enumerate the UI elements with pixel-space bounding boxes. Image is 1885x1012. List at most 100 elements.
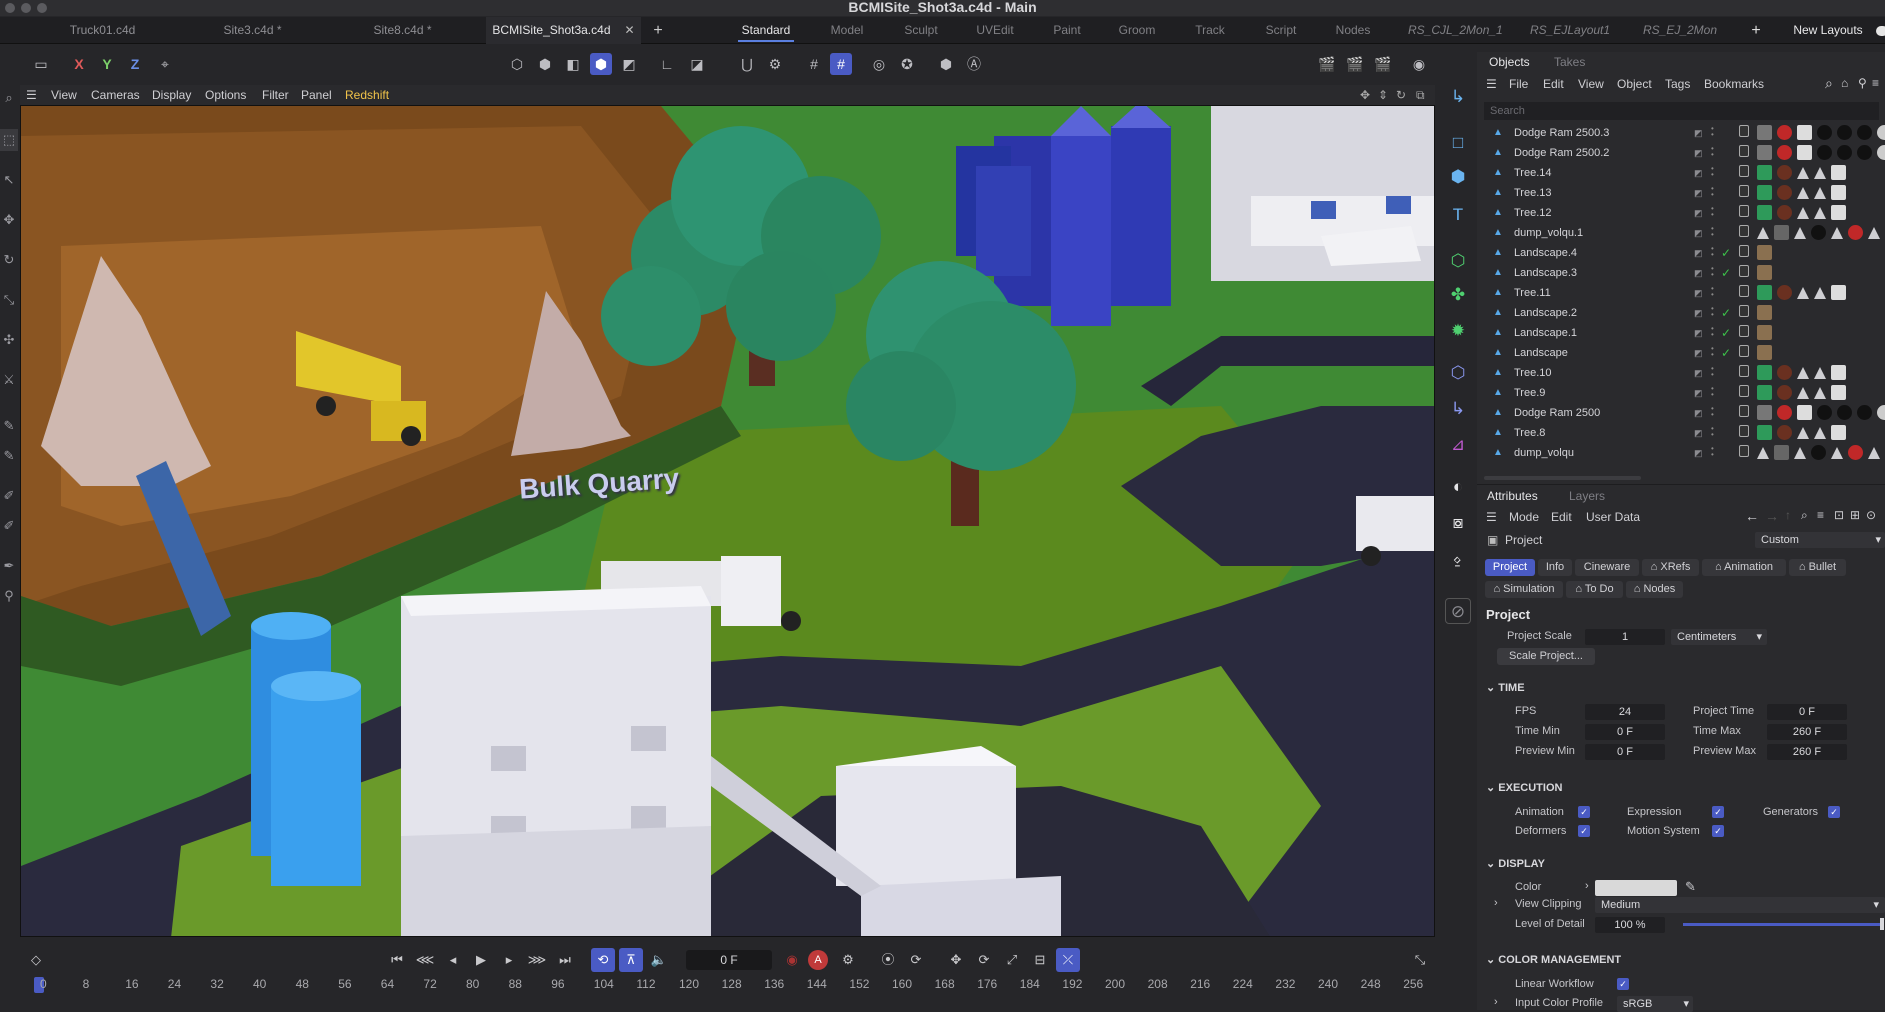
- close-tab-icon[interactable]: ✕: [625, 23, 635, 37]
- objects-menu-bookmarks[interactable]: Bookmarks: [1704, 77, 1764, 91]
- project-time-field[interactable]: 0 F: [1767, 704, 1847, 720]
- subtab-project[interactable]: Project: [1485, 559, 1535, 576]
- viewport-rotate-icon[interactable]: ↻: [1396, 85, 1406, 105]
- field-icon[interactable]: ⊿: [1445, 432, 1471, 458]
- generators-checkbox[interactable]: ✓: [1828, 806, 1840, 818]
- y-axis-toggle[interactable]: Y: [96, 53, 118, 75]
- key-position-icon[interactable]: ⦿: [876, 948, 900, 972]
- doc-tab-bcmisite-shot3a[interactable]: BCMISite_Shot3a.c4d ✕: [486, 17, 641, 44]
- object-tags[interactable]: [1739, 145, 1885, 161]
- layout-track[interactable]: Track: [1185, 17, 1235, 44]
- layer-visibility-icon[interactable]: ◩: [1694, 428, 1704, 438]
- viewport-menu-panel[interactable]: Panel: [301, 85, 332, 105]
- subtab-simulation[interactable]: ⌂ Simulation: [1485, 581, 1563, 598]
- knife-tool-icon[interactable]: ⚔: [0, 369, 18, 391]
- layer-visibility-icon[interactable]: ◩: [1694, 208, 1704, 218]
- minimize-window-button[interactable]: [21, 3, 31, 13]
- subtab-bullet[interactable]: ⌂ Bullet: [1789, 559, 1846, 576]
- input-profile-expand-icon[interactable]: ›: [1494, 996, 1498, 1008]
- coordinate-system-icon[interactable]: ⌖: [154, 53, 176, 75]
- objects-search-input[interactable]: Search: [1484, 102, 1879, 120]
- object-row[interactable]: ▲ Dodge Ram 2500 ◩ • •: [1477, 403, 1885, 423]
- object-tags[interactable]: [1739, 225, 1885, 241]
- level-of-detail-slider-handle[interactable]: [1880, 918, 1884, 930]
- attributes-menu-user-data[interactable]: User Data: [1586, 510, 1640, 524]
- lock-icon[interactable]: ⊡: [1834, 508, 1844, 522]
- layer-visibility-icon[interactable]: ◩: [1694, 368, 1704, 378]
- layout-script[interactable]: Script: [1256, 17, 1306, 44]
- execution-section-header[interactable]: ⌄ EXECUTION: [1486, 781, 1562, 794]
- layer-visibility-icon[interactable]: ◩: [1694, 168, 1704, 178]
- current-frame-field[interactable]: 0 F: [686, 950, 772, 970]
- project-scale-field[interactable]: 1: [1585, 629, 1665, 645]
- deformers-checkbox[interactable]: ✓: [1578, 825, 1590, 837]
- viewport-menu-cameras[interactable]: Cameras: [91, 85, 140, 105]
- object-tags[interactable]: [1739, 325, 1777, 341]
- object-row[interactable]: ▲ Tree.11 ◩ • •: [1477, 283, 1885, 303]
- enabled-check-icon[interactable]: ✓: [1721, 343, 1731, 363]
- cube-icon[interactable]: ⬢: [1445, 164, 1471, 190]
- visibility-dots[interactable]: • •: [1711, 205, 1715, 220]
- deformer-icon[interactable]: ⬡: [1445, 360, 1471, 386]
- layer-visibility-icon[interactable]: ◩: [1694, 308, 1704, 318]
- object-tags[interactable]: [1739, 365, 1851, 381]
- doc-tab-truck01[interactable]: Truck01.c4d: [45, 17, 160, 44]
- new-panel-icon[interactable]: ⊞: [1850, 508, 1860, 522]
- doc-tab-site8[interactable]: Site8.c4d *: [345, 17, 460, 44]
- viewport-menu-display[interactable]: Display: [152, 85, 191, 105]
- subtab-cineware[interactable]: Cineware: [1575, 559, 1639, 576]
- visibility-dots[interactable]: • •: [1711, 225, 1715, 240]
- sky-icon[interactable]: ◐: [1445, 474, 1471, 500]
- preview-min-field[interactable]: 0 F: [1585, 744, 1665, 760]
- visibility-dots[interactable]: • •: [1711, 125, 1715, 140]
- object-tags[interactable]: [1739, 425, 1851, 441]
- color-expand-icon[interactable]: ›: [1585, 880, 1589, 892]
- layer-visibility-icon[interactable]: ◩: [1694, 228, 1704, 238]
- display-section-header[interactable]: ⌄ DISPLAY: [1486, 857, 1545, 870]
- autokey-icon[interactable]: A: [808, 950, 828, 970]
- edges-mode-icon[interactable]: ⬢: [534, 53, 556, 75]
- key-point-icon[interactable]: ⤫: [1056, 948, 1080, 972]
- phong-tag-icon[interactable]: [1739, 245, 1749, 257]
- play-icon[interactable]: ▶: [469, 948, 493, 972]
- objects-menu-edit[interactable]: Edit: [1543, 77, 1564, 91]
- object-row[interactable]: ▲ Landscape.4 ◩ • • ✓: [1477, 243, 1885, 263]
- visibility-dots[interactable]: • •: [1711, 445, 1715, 460]
- object-tags[interactable]: [1739, 345, 1777, 361]
- snap-icon[interactable]: ⋃: [736, 53, 758, 75]
- phong-tag-icon[interactable]: [1739, 165, 1749, 177]
- axis-mode-icon[interactable]: ∟: [656, 53, 678, 75]
- tab-takes[interactable]: Takes: [1554, 52, 1585, 72]
- z-axis-toggle[interactable]: Z: [124, 53, 146, 75]
- enabled-check-icon[interactable]: ✓: [1721, 303, 1731, 323]
- list-options-icon[interactable]: ≡: [1872, 76, 1879, 90]
- object-tags[interactable]: [1739, 185, 1851, 201]
- phong-tag-icon[interactable]: [1739, 125, 1749, 137]
- material-icon[interactable]: ⬢: [935, 53, 957, 75]
- playback-range-icon[interactable]: ⊼: [619, 948, 643, 972]
- time-min-field[interactable]: 0 F: [1585, 724, 1665, 740]
- layer-visibility-icon[interactable]: ◩: [1694, 328, 1704, 338]
- layer-visibility-icon[interactable]: ◩: [1694, 348, 1704, 358]
- render-view-icon[interactable]: 🎬: [1316, 53, 1338, 75]
- undo-history-icon[interactable]: ▭: [30, 53, 52, 75]
- enabled-check-icon[interactable]: ✓: [1721, 323, 1731, 343]
- pen-tool-icon[interactable]: ✎: [0, 415, 18, 437]
- expression-checkbox[interactable]: ✓: [1712, 806, 1724, 818]
- sound-icon[interactable]: 🔈: [647, 948, 671, 972]
- fps-field[interactable]: 24: [1585, 704, 1665, 720]
- visibility-dots[interactable]: • •: [1711, 385, 1715, 400]
- subtab-to-do[interactable]: ⌂ To Do: [1566, 581, 1623, 598]
- visibility-dots[interactable]: • •: [1711, 325, 1715, 340]
- layer-visibility-icon[interactable]: ◩: [1694, 268, 1704, 278]
- phong-tag-icon[interactable]: [1739, 445, 1749, 457]
- viewport-layout-icon[interactable]: ⧉: [1416, 85, 1425, 105]
- enabled-check-icon[interactable]: ✓: [1721, 263, 1731, 283]
- timeline-expand-icon[interactable]: ⤡: [1408, 948, 1432, 972]
- visibility-dots[interactable]: • •: [1711, 345, 1715, 360]
- record-icon[interactable]: ◉: [780, 948, 804, 972]
- grid-icon[interactable]: #: [803, 53, 825, 75]
- layer-visibility-icon[interactable]: ◩: [1694, 188, 1704, 198]
- brush-tool-icon[interactable]: ✎: [0, 445, 18, 467]
- object-row[interactable]: ▲ Tree.10 ◩ • •: [1477, 363, 1885, 383]
